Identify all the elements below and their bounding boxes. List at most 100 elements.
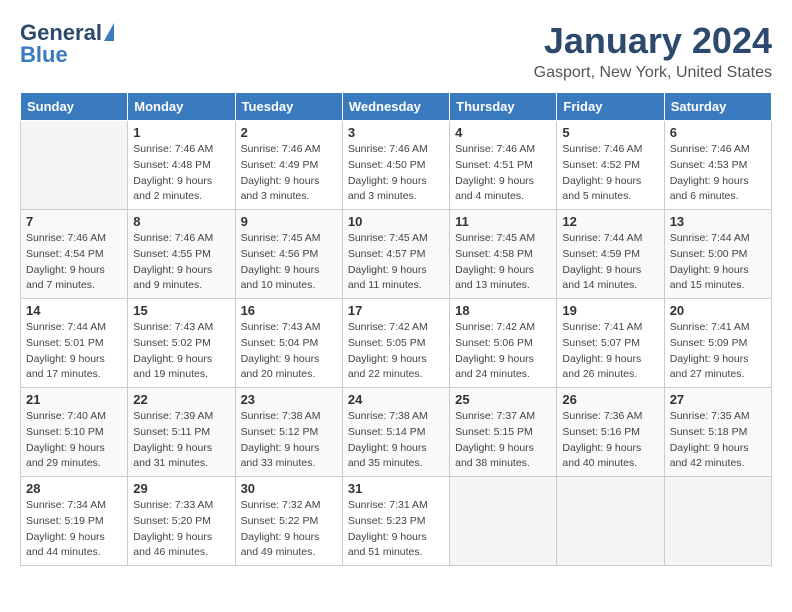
- day-header-friday: Friday: [557, 93, 664, 121]
- logo-triangle-icon: [104, 23, 114, 41]
- day-number: 10: [348, 214, 444, 229]
- day-header-wednesday: Wednesday: [342, 93, 449, 121]
- day-number: 15: [133, 303, 229, 318]
- day-info: Sunrise: 7:31 AMSunset: 5:23 PMDaylight:…: [348, 498, 444, 561]
- calendar-cell: 26 Sunrise: 7:36 AMSunset: 5:16 PMDayligh…: [557, 388, 664, 477]
- day-number: 5: [562, 125, 658, 140]
- day-info: Sunrise: 7:42 AMSunset: 5:05 PMDaylight:…: [348, 320, 444, 383]
- day-info: Sunrise: 7:46 AMSunset: 4:50 PMDaylight:…: [348, 142, 444, 205]
- calendar-header: SundayMondayTuesdayWednesdayThursdayFrid…: [21, 93, 772, 121]
- day-number: 26: [562, 392, 658, 407]
- day-header-thursday: Thursday: [450, 93, 557, 121]
- calendar-cell: 6 Sunrise: 7:46 AMSunset: 4:53 PMDaylight…: [664, 121, 771, 210]
- day-info: Sunrise: 7:43 AMSunset: 5:02 PMDaylight:…: [133, 320, 229, 383]
- day-number: 23: [241, 392, 337, 407]
- day-number: 25: [455, 392, 551, 407]
- month-title: January 2024: [534, 20, 772, 62]
- calendar-table: SundayMondayTuesdayWednesdayThursdayFrid…: [20, 92, 772, 566]
- calendar-cell: 14Sunrise: 7:44 AMSunset: 5:01 PMDayligh…: [21, 299, 128, 388]
- day-number: 20: [670, 303, 766, 318]
- day-info: Sunrise: 7:34 AMSunset: 5:19 PMDaylight:…: [26, 498, 122, 561]
- calendar-cell: 3Sunrise: 7:46 AMSunset: 4:50 PMDaylight…: [342, 121, 449, 210]
- calendar-cell: 21Sunrise: 7:40 AMSunset: 5:10 PMDayligh…: [21, 388, 128, 477]
- day-info: Sunrise: 7:46 AMSunset: 4:51 PMDaylight:…: [455, 142, 551, 205]
- calendar-week-row: 1 Sunrise: 7:46 AMSunset: 4:48 PMDaylight…: [21, 121, 772, 210]
- day-header-monday: Monday: [128, 93, 235, 121]
- calendar-cell: [21, 121, 128, 210]
- day-number: 9: [241, 214, 337, 229]
- calendar-cell: 7Sunrise: 7:46 AMSunset: 4:54 PMDaylight…: [21, 210, 128, 299]
- day-info: Sunrise: 7:33 AMSunset: 5:20 PMDaylight:…: [133, 498, 229, 561]
- calendar-cell: 24 Sunrise: 7:38 AMSunset: 5:14 PMDayligh…: [342, 388, 449, 477]
- day-info: Sunrise: 7:42 AMSunset: 5:06 PMDaylight:…: [455, 320, 551, 383]
- calendar-cell: 31 Sunrise: 7:31 AMSunset: 5:23 PMDayligh…: [342, 477, 449, 566]
- day-number: 27: [670, 392, 766, 407]
- calendar-cell: 19 Sunrise: 7:41 AMSunset: 5:07 PMDayligh…: [557, 299, 664, 388]
- calendar-cell: 12 Sunrise: 7:44 AMSunset: 4:59 PMDayligh…: [557, 210, 664, 299]
- calendar-cell: 11 Sunrise: 7:45 AMSunset: 4:58 PMDayligh…: [450, 210, 557, 299]
- calendar-cell: 28 Sunrise: 7:34 AMSunset: 5:19 PMDayligh…: [21, 477, 128, 566]
- calendar-cell: 4 Sunrise: 7:46 AMSunset: 4:51 PMDaylight…: [450, 121, 557, 210]
- day-info: Sunrise: 7:45 AMSunset: 4:58 PMDaylight:…: [455, 231, 551, 294]
- day-info: Sunrise: 7:46 AMSunset: 4:53 PMDaylight:…: [670, 142, 766, 205]
- calendar-cell: 27Sunrise: 7:35 AMSunset: 5:18 PMDayligh…: [664, 388, 771, 477]
- calendar-cell: 13 Sunrise: 7:44 AMSunset: 5:00 PMDayligh…: [664, 210, 771, 299]
- day-number: 14: [26, 303, 122, 318]
- day-header-saturday: Saturday: [664, 93, 771, 121]
- day-number: 31: [348, 481, 444, 496]
- subtitle: Gasport, New York, United States: [534, 64, 772, 82]
- day-number: 12: [562, 214, 658, 229]
- day-header-tuesday: Tuesday: [235, 93, 342, 121]
- day-number: 17: [348, 303, 444, 318]
- day-info: Sunrise: 7:39 AMSunset: 5:11 PMDaylight:…: [133, 409, 229, 472]
- calendar-cell: 2 Sunrise: 7:46 AMSunset: 4:49 PMDaylight…: [235, 121, 342, 210]
- logo-blue: Blue: [20, 42, 68, 68]
- calendar-cell: 29Sunrise: 7:33 AMSunset: 5:20 PMDayligh…: [128, 477, 235, 566]
- day-number: 13: [670, 214, 766, 229]
- calendar-cell: 25 Sunrise: 7:37 AMSunset: 5:15 PMDayligh…: [450, 388, 557, 477]
- day-number: 11: [455, 214, 551, 229]
- day-info: Sunrise: 7:41 AMSunset: 5:07 PMDaylight:…: [562, 320, 658, 383]
- day-info: Sunrise: 7:46 AMSunset: 4:48 PMDaylight:…: [133, 142, 229, 205]
- calendar-cell: 5 Sunrise: 7:46 AMSunset: 4:52 PMDaylight…: [557, 121, 664, 210]
- calendar-cell: 30Sunrise: 7:32 AMSunset: 5:22 PMDayligh…: [235, 477, 342, 566]
- calendar-week-row: 28 Sunrise: 7:34 AMSunset: 5:19 PMDayligh…: [21, 477, 772, 566]
- day-info: Sunrise: 7:38 AMSunset: 5:14 PMDaylight:…: [348, 409, 444, 472]
- day-info: Sunrise: 7:40 AMSunset: 5:10 PMDaylight:…: [26, 409, 122, 472]
- day-number: 22: [133, 392, 229, 407]
- day-info: Sunrise: 7:36 AMSunset: 5:16 PMDaylight:…: [562, 409, 658, 472]
- day-info: Sunrise: 7:44 AMSunset: 5:00 PMDaylight:…: [670, 231, 766, 294]
- day-info: Sunrise: 7:43 AMSunset: 5:04 PMDaylight:…: [241, 320, 337, 383]
- day-number: 6: [670, 125, 766, 140]
- calendar-cell: 10 Sunrise: 7:45 AMSunset: 4:57 PMDayligh…: [342, 210, 449, 299]
- day-info: Sunrise: 7:46 AMSunset: 4:49 PMDaylight:…: [241, 142, 337, 205]
- page-header: General Blue January 2024 Gasport, New Y…: [20, 20, 772, 82]
- day-number: 4: [455, 125, 551, 140]
- day-info: Sunrise: 7:41 AMSunset: 5:09 PMDaylight:…: [670, 320, 766, 383]
- day-info: Sunrise: 7:45 AMSunset: 4:57 PMDaylight:…: [348, 231, 444, 294]
- day-number: 2: [241, 125, 337, 140]
- day-info: Sunrise: 7:46 AMSunset: 4:52 PMDaylight:…: [562, 142, 658, 205]
- day-number: 1: [133, 125, 229, 140]
- day-number: 24: [348, 392, 444, 407]
- day-info: Sunrise: 7:46 AMSunset: 4:54 PMDaylight:…: [26, 231, 122, 294]
- day-number: 19: [562, 303, 658, 318]
- calendar-cell: 9 Sunrise: 7:45 AMSunset: 4:56 PMDaylight…: [235, 210, 342, 299]
- calendar-cell: 16 Sunrise: 7:43 AMSunset: 5:04 PMDayligh…: [235, 299, 342, 388]
- calendar-cell: 8Sunrise: 7:46 AMSunset: 4:55 PMDaylight…: [128, 210, 235, 299]
- day-info: Sunrise: 7:38 AMSunset: 5:12 PMDaylight:…: [241, 409, 337, 472]
- day-number: 28: [26, 481, 122, 496]
- day-info: Sunrise: 7:46 AMSunset: 4:55 PMDaylight:…: [133, 231, 229, 294]
- logo: General Blue: [20, 20, 114, 68]
- calendar-cell: [557, 477, 664, 566]
- day-info: Sunrise: 7:37 AMSunset: 5:15 PMDaylight:…: [455, 409, 551, 472]
- calendar-cell: 1 Sunrise: 7:46 AMSunset: 4:48 PMDaylight…: [128, 121, 235, 210]
- day-number: 16: [241, 303, 337, 318]
- day-info: Sunrise: 7:45 AMSunset: 4:56 PMDaylight:…: [241, 231, 337, 294]
- day-info: Sunrise: 7:44 AMSunset: 4:59 PMDaylight:…: [562, 231, 658, 294]
- day-number: 18: [455, 303, 551, 318]
- title-block: January 2024 Gasport, New York, United S…: [534, 20, 772, 82]
- calendar-week-row: 7Sunrise: 7:46 AMSunset: 4:54 PMDaylight…: [21, 210, 772, 299]
- day-header-sunday: Sunday: [21, 93, 128, 121]
- day-info: Sunrise: 7:32 AMSunset: 5:22 PMDaylight:…: [241, 498, 337, 561]
